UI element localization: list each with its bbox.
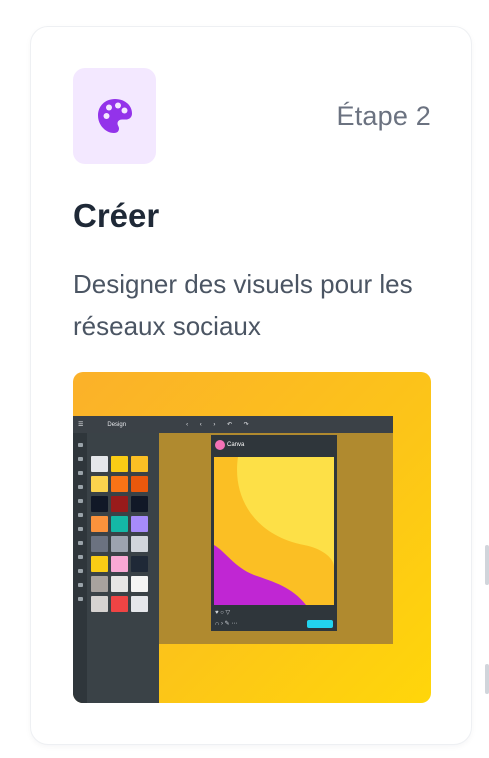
post-preview: Canva ♥ ○ ▽ ∩ › ✎ ⋯ bbox=[211, 435, 337, 631]
post-image bbox=[214, 457, 334, 605]
step-label: Étape 2 bbox=[336, 101, 431, 131]
panel-title: Design bbox=[107, 421, 127, 428]
card-title: Créer bbox=[73, 197, 160, 234]
editor-left-panel bbox=[73, 433, 159, 703]
editor-rail bbox=[73, 433, 87, 703]
template-grid bbox=[91, 456, 153, 612]
post-cta bbox=[307, 620, 333, 628]
palette-icon bbox=[97, 99, 132, 133]
editor-toolbar: ☰ Design ‹ ‹ › ↶ ↷ bbox=[73, 416, 393, 433]
scroll-indicator-2 bbox=[485, 664, 489, 694]
card-description: Designer des visuels pour les réseaux so… bbox=[73, 269, 413, 341]
step-card: Étape 2 Créer Designer des visuels pour … bbox=[30, 26, 472, 745]
preview-image: ☰ Design ‹ ‹ › ↶ ↷ Canva ♥ ○ ▽ ∩ › ✎ ⋯ bbox=[73, 372, 431, 703]
scroll-indicator bbox=[485, 545, 489, 585]
post-actions: ♥ ○ ▽ ∩ › ✎ ⋯ bbox=[211, 607, 337, 631]
icon-container bbox=[73, 68, 156, 164]
post-user: Canva bbox=[227, 442, 245, 448]
